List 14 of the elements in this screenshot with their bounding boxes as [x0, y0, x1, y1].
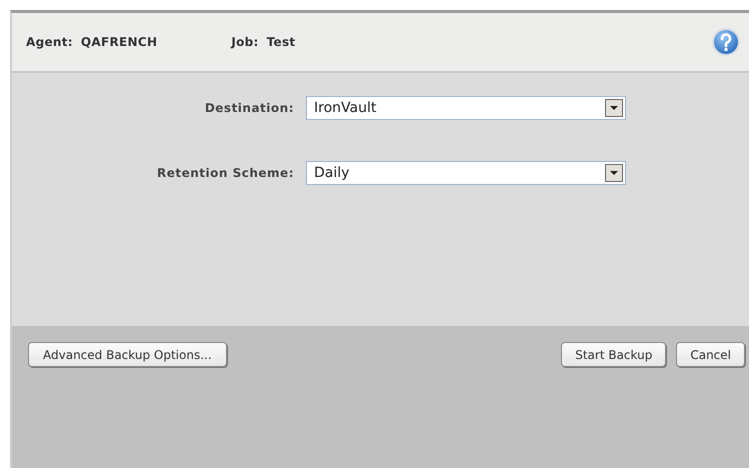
job-label: Job:	[231, 35, 259, 49]
options-button[interactable]: Advanced Backup Options...	[28, 342, 227, 367]
dialog-button[interactable]: Start Backup	[561, 342, 666, 367]
job-name: Test	[266, 35, 296, 49]
agent-name: QAFRENCH	[80, 35, 158, 49]
agent-label: Agent:	[26, 35, 73, 49]
help-icon[interactable]	[711, 27, 741, 57]
dropdown-field[interactable]: IronVault	[306, 96, 626, 120]
dropdown-field[interactable]: Daily	[306, 161, 626, 185]
dropdown-caret-icon	[605, 164, 623, 182]
dialog-button[interactable]: Cancel	[676, 342, 745, 367]
dropdown-caret-icon	[605, 99, 623, 117]
field-label: Destination:	[204, 101, 295, 115]
field-label: Retention Scheme:	[156, 166, 295, 180]
